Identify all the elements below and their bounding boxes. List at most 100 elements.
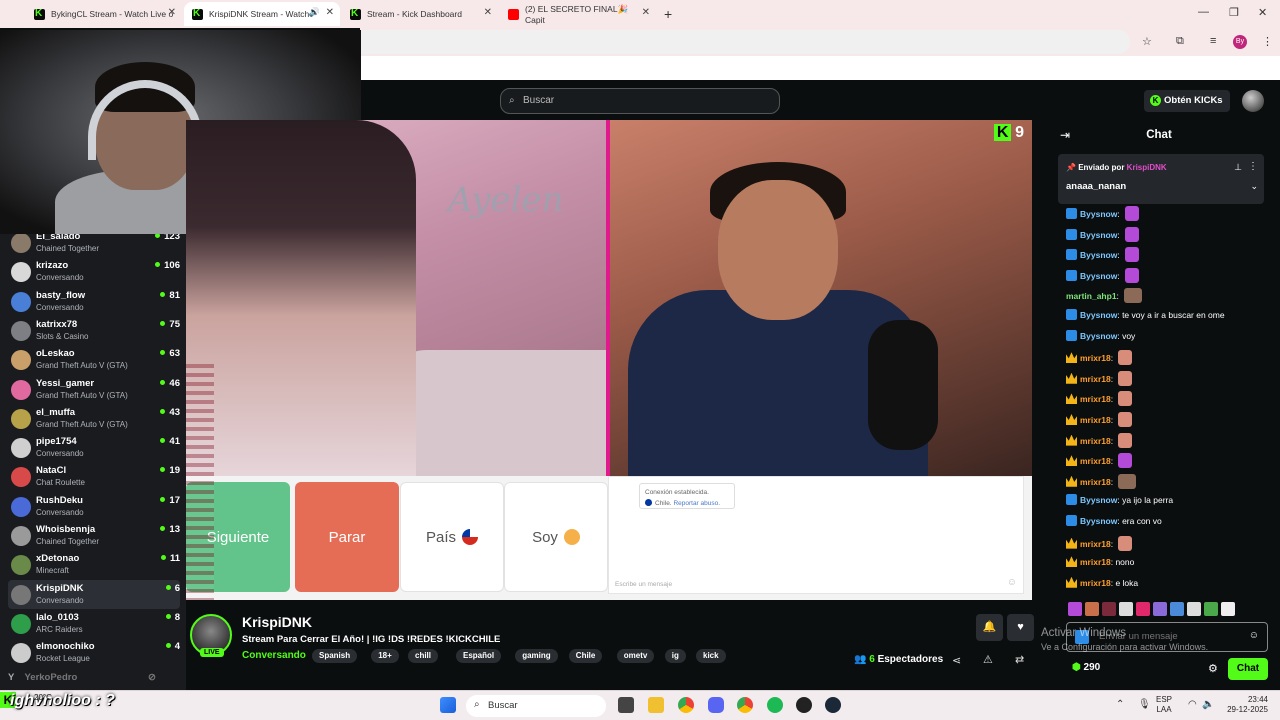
stream-category[interactable]: Conversando — [242, 650, 306, 661]
chat-username[interactable]: Byysnow — [1080, 310, 1117, 320]
clip-icon[interactable]: ⇄ — [1015, 653, 1024, 666]
browser-tab[interactable]: (2) EL SECRETO FINAL🎉 Capit ✕ — [500, 2, 656, 26]
browser-tab[interactable]: Stream - Kick Dashboard ✕ — [342, 2, 498, 26]
send-chat-button[interactable]: Chat — [1228, 658, 1268, 680]
file-explorer-icon[interactable] — [648, 697, 664, 713]
avatar[interactable] — [1242, 90, 1264, 112]
chat-username[interactable]: mrixr18 — [1080, 456, 1111, 466]
wifi-icon[interactable]: ◠ — [1188, 699, 1197, 710]
chat-username[interactable]: Byysnow — [1080, 516, 1117, 526]
chat-username[interactable]: mrixr18 — [1080, 436, 1111, 446]
emote-shortcut-icon[interactable] — [1204, 602, 1218, 616]
emoji-icon[interactable]: ☺ — [1007, 577, 1017, 588]
close-icon[interactable]: ✕ — [484, 7, 492, 18]
share-icon[interactable]: ⋖ — [952, 654, 961, 667]
emote-shortcut-icon[interactable] — [1119, 602, 1133, 616]
chat-username[interactable]: Byysnow — [1080, 209, 1117, 219]
sidebar-channel-item[interactable]: katrixx78 Slots & Casino 75 — [8, 316, 180, 345]
emote-shortcut-icon[interactable] — [1068, 602, 1082, 616]
follow-heart-button[interactable]: ♥ — [1007, 614, 1034, 641]
browser-tab[interactable]: BykingCL Stream - Watch Live o ✕ — [26, 2, 182, 26]
star-icon[interactable]: ☆ — [1142, 35, 1152, 48]
pinned-message[interactable]: 📌 Enviado por KrispiDNK anaaa_nanan ⊥ ⋮ … — [1058, 154, 1264, 204]
search-input[interactable]: ⌕ Buscar — [500, 88, 780, 114]
input-language[interactable]: ESP LAA — [1156, 695, 1172, 715]
chat-username[interactable]: Byysnow — [1080, 230, 1117, 240]
profile-avatar[interactable]: By — [1233, 35, 1247, 49]
report-icon[interactable]: ⚠ — [983, 653, 993, 666]
discord-icon[interactable] — [708, 697, 724, 713]
steam-icon[interactable] — [825, 697, 841, 713]
sidebar-channel-item[interactable]: RushDeku Conversando 17 — [8, 492, 180, 521]
chat-username[interactable]: mrixr18 — [1080, 394, 1111, 404]
sidebar-channel-item[interactable]: NataCl Chat Roulette 19 — [8, 462, 180, 491]
chat-username[interactable]: mrixr18 — [1080, 477, 1111, 487]
gear-icon[interactable]: ⚙ — [1208, 662, 1218, 675]
tag-badge[interactable]: Chile — [568, 649, 603, 663]
speaker-icon[interactable]: 🔊 — [309, 7, 320, 18]
chat-username[interactable]: Byysnow — [1080, 331, 1117, 341]
menu-icon[interactable]: ⋮ — [1262, 35, 1273, 48]
gender-button[interactable]: Soy — [504, 482, 608, 592]
chat-username[interactable]: mrixr18 — [1080, 578, 1111, 588]
chat-username[interactable]: mrixr18 — [1080, 353, 1111, 363]
chat-username[interactable]: mrixr18 — [1080, 415, 1111, 425]
emote-shortcut-icon[interactable] — [1136, 602, 1150, 616]
tag-badge[interactable]: kick — [696, 649, 726, 663]
obs-icon[interactable] — [796, 697, 812, 713]
chat-username[interactable]: Byysnow — [1080, 250, 1117, 260]
tag-badge[interactable]: 18+ — [371, 649, 399, 663]
chat-username[interactable]: Byysnow — [1080, 495, 1117, 505]
chat-username[interactable]: mrixr18 — [1080, 557, 1111, 567]
sidebar-channel-item[interactable]: krizazo Conversando 106 — [8, 257, 180, 286]
chrome-icon[interactable] — [678, 697, 694, 713]
tag-badge[interactable]: Español — [456, 649, 502, 663]
stop-button[interactable]: Parar — [295, 482, 399, 592]
chevron-down-icon[interactable]: ⌄ — [1250, 181, 1258, 192]
emote-shortcut-icon[interactable] — [1221, 602, 1235, 616]
notification-bell-button[interactable]: 🔔 — [976, 614, 1003, 641]
sidebar-channel-item[interactable]: KrispiDNK Conversando 6 — [8, 579, 180, 609]
more-icon[interactable]: ⋮ — [1248, 161, 1258, 172]
microphone-icon[interactable]: 🎙 — [1138, 699, 1151, 710]
sidebar-channel-item[interactable]: oLeskao Grand Theft Auto V (GTA) 63 — [8, 345, 180, 374]
windows-start-icon[interactable] — [440, 697, 456, 713]
chat-username[interactable]: mrixr18 — [1080, 539, 1111, 549]
close-icon[interactable]: ✕ — [642, 7, 650, 18]
chevron-up-icon[interactable]: ⌃ — [1116, 699, 1124, 710]
pinned-author-name[interactable]: KrispiDNK — [1127, 163, 1167, 172]
close-icon[interactable]: ✕ — [168, 7, 176, 18]
video-player[interactable]: Ayelen K9 Siguiente Parar País Soy Conex… — [186, 120, 1038, 600]
tag-badge[interactable]: Spanish — [312, 649, 358, 663]
streamer-name[interactable]: KrispiDNK — [242, 614, 312, 630]
volume-icon[interactable]: 🔈 — [1202, 699, 1214, 710]
kicks-balance[interactable]: ⬢ 290 — [1072, 662, 1100, 673]
sidebar-channel-item[interactable]: el_muffa Grand Theft Auto V (GTA) 43 — [8, 404, 180, 433]
report-abuse-link[interactable]: Reportar abuso. — [673, 500, 720, 507]
spotify-icon[interactable] — [767, 697, 783, 713]
maximize-icon[interactable]: ❐ — [1229, 6, 1239, 19]
clock[interactable]: 23:44 29-12-2025 — [1222, 695, 1268, 715]
sidebar-channel-item[interactable]: Whoisbennja Chained Together 13 — [8, 521, 180, 550]
task-view-icon[interactable] — [618, 697, 634, 713]
chat-username[interactable]: Byysnow — [1080, 271, 1117, 281]
tag-badge[interactable]: ig — [664, 649, 686, 663]
minimize-icon[interactable]: — — [1198, 6, 1209, 18]
omegle-message-input[interactable]: Escribe un mensaje — [615, 581, 672, 588]
taskbar-search[interactable]: ⌕ Buscar — [466, 695, 606, 717]
chat-username[interactable]: martin_ahp1 — [1066, 291, 1117, 301]
sidebar-channel-item[interactable]: lalo_0103 ARC Raiders 8 — [8, 609, 180, 638]
extensions-icon[interactable]: ⧉ — [1176, 35, 1184, 48]
emote-shortcut-icon[interactable] — [1170, 602, 1184, 616]
sidebar-channel-item[interactable]: pipe1754 Conversando 41 — [8, 433, 180, 462]
chrome-profile-icon[interactable] — [737, 697, 753, 713]
url-field[interactable] — [360, 30, 1130, 54]
chat-username[interactable]: mrixr18 — [1080, 374, 1111, 384]
emote-shortcut-icon[interactable] — [1085, 602, 1099, 616]
weather-temperature[interactable]: 20°C — [34, 693, 52, 702]
country-button[interactable]: País — [400, 482, 504, 592]
tag-badge[interactable]: gaming — [515, 649, 558, 663]
tag-badge[interactable]: chill — [408, 649, 439, 663]
sidebar-channel-item[interactable]: xDetonao Minecraft 11 — [8, 550, 180, 579]
new-tab-icon[interactable]: + — [664, 6, 672, 22]
